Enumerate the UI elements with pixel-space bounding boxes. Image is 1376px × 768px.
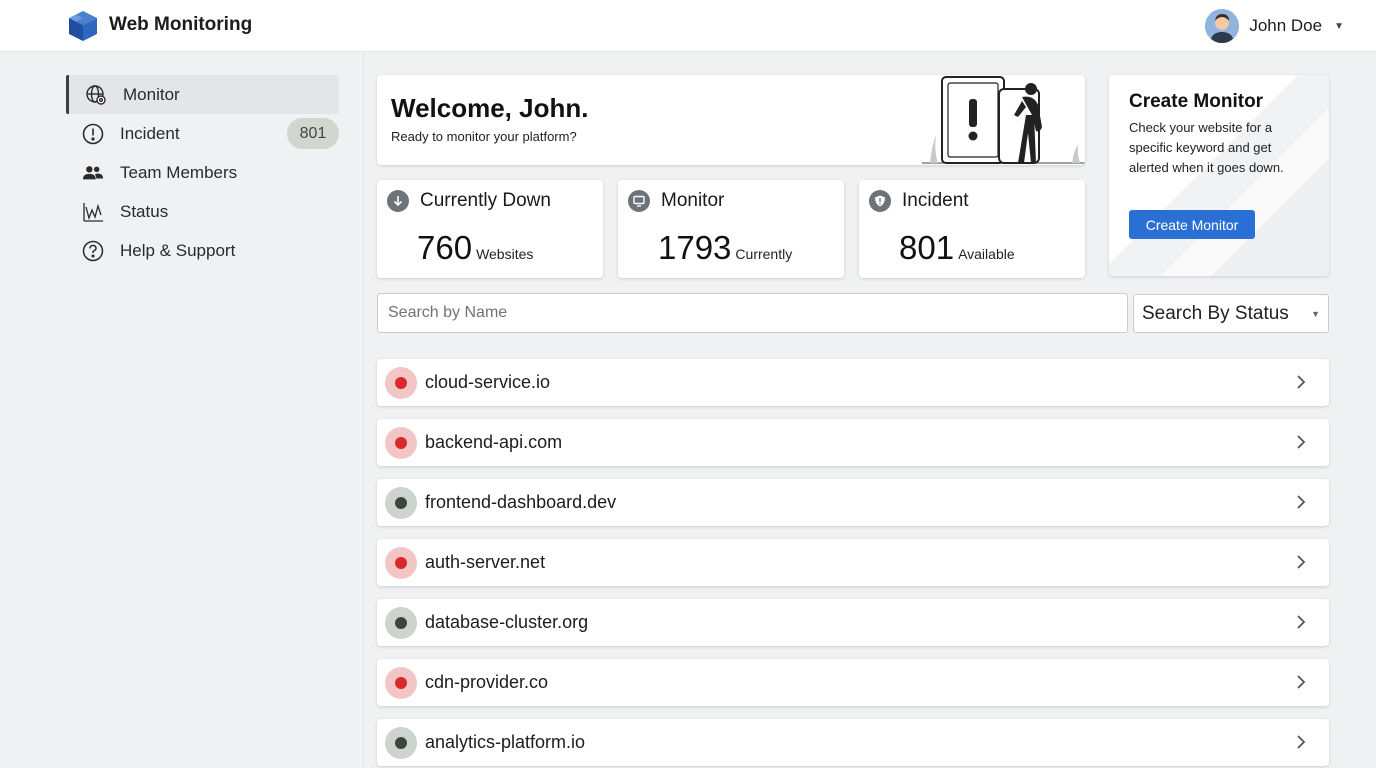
status-dot xyxy=(395,676,407,689)
stat-title: Currently Down xyxy=(420,190,551,211)
caret-down-icon[interactable]: ▼ xyxy=(1334,21,1344,32)
question-circle-icon xyxy=(82,240,104,262)
create-monitor-card: Create Monitor Check your website for a … xyxy=(1109,75,1329,276)
site-name: cloud-service.io xyxy=(425,372,551,392)
stat-title: Monitor xyxy=(661,190,725,211)
alert-circle-icon xyxy=(82,123,104,145)
site-row[interactable]: cdn-provider.co xyxy=(377,659,1329,706)
stat-title: Incident xyxy=(902,190,969,211)
stat-card-monitor: Monitor 1793 Currently xyxy=(618,180,844,278)
status-dot xyxy=(395,496,407,509)
arrow-down-circle-icon xyxy=(387,190,409,212)
sidebar: Monitor Incident 801 Team Members Status… xyxy=(0,53,364,768)
site-row[interactable]: auth-server.net xyxy=(377,539,1329,586)
search-input[interactable] xyxy=(377,293,1128,333)
stat-value-row: 1793 Currently xyxy=(658,229,792,267)
create-monitor-title: Create Monitor xyxy=(1129,91,1264,112)
status-filter-value: Search By Status xyxy=(1142,302,1289,324)
create-monitor-description: Check your website for a specific keywor… xyxy=(1129,120,1284,175)
people-icon xyxy=(82,162,104,184)
site-row[interactable]: backend-api.com xyxy=(377,419,1329,466)
welcome-card: Welcome, John. Ready to monitor your pla… xyxy=(377,75,1085,165)
sidebar-item-label: Help & Support xyxy=(120,240,236,260)
sidebar-item-label: Incident xyxy=(120,123,180,143)
stat-unit: Websites xyxy=(476,246,534,262)
chevron-right-icon[interactable] xyxy=(1291,612,1311,632)
chevron-right-icon[interactable] xyxy=(1291,552,1311,572)
incident-count-badge: 801 xyxy=(287,118,339,149)
status-dot xyxy=(395,736,407,749)
status-filter-select[interactable]: Search By Status ▼ xyxy=(1133,294,1329,333)
sidebar-item-incident[interactable]: Incident 801 xyxy=(66,114,339,153)
site-name: cdn-provider.co xyxy=(425,672,549,692)
status-indicator xyxy=(385,606,417,639)
logo-cube-icon xyxy=(69,11,97,41)
globe-gear-icon xyxy=(85,84,107,106)
stat-value-row: 760 Websites xyxy=(417,229,533,267)
site-row[interactable]: database-cluster.org xyxy=(377,599,1329,646)
caret-down-icon: ▼ xyxy=(1311,309,1320,319)
create-monitor-button[interactable]: Create Monitor xyxy=(1129,210,1255,239)
top-bar: Web Monitoring John Doe ▼ xyxy=(0,0,1376,52)
sidebar-item-team-members[interactable]: Team Members xyxy=(66,153,339,192)
sidebar-item-label: Team Members xyxy=(120,162,238,182)
alert-illustration-icon xyxy=(922,76,1085,164)
stat-unit: Available xyxy=(958,246,1015,262)
status-dot xyxy=(395,436,407,449)
site-name: backend-api.com xyxy=(425,432,563,452)
sidebar-item-status[interactable]: Status xyxy=(66,192,339,231)
stat-value-row: 801 Available xyxy=(899,229,1015,267)
status-dot xyxy=(395,376,407,389)
site-name: database-cluster.org xyxy=(425,612,589,632)
status-indicator xyxy=(385,486,417,519)
stat-value: 1793 xyxy=(658,229,732,266)
app-title: Web Monitoring xyxy=(109,14,253,35)
status-chart-icon xyxy=(82,201,104,223)
status-dot xyxy=(395,616,407,629)
status-indicator xyxy=(385,366,417,399)
monitor-icon xyxy=(628,190,650,212)
chevron-right-icon[interactable] xyxy=(1291,372,1311,392)
site-name: frontend-dashboard.dev xyxy=(425,492,617,512)
avatar xyxy=(1205,9,1240,43)
chevron-right-icon[interactable] xyxy=(1291,492,1311,512)
status-indicator xyxy=(385,546,417,579)
status-dot xyxy=(395,556,407,569)
stat-card-currently-down: Currently Down 760 Websites xyxy=(377,180,603,278)
site-row[interactable]: frontend-dashboard.dev xyxy=(377,479,1329,526)
chevron-right-icon[interactable] xyxy=(1291,432,1311,452)
user-avatar-icon xyxy=(1205,9,1240,43)
shield-alert-icon xyxy=(869,190,891,212)
stat-unit: Currently xyxy=(735,246,793,262)
stat-value: 760 xyxy=(417,229,473,266)
status-indicator xyxy=(385,426,417,459)
site-row[interactable]: cloud-service.io xyxy=(377,359,1329,406)
welcome-subtitle: Ready to monitor your platform? xyxy=(391,129,577,144)
chevron-right-icon[interactable] xyxy=(1291,732,1311,752)
sidebar-item-label: Status xyxy=(120,201,169,221)
welcome-title: Welcome, John. xyxy=(391,93,589,123)
stat-card-incident: Incident 801 Available xyxy=(859,180,1085,278)
site-row[interactable]: analytics-platform.io xyxy=(377,719,1329,766)
user-name: John Doe xyxy=(1249,16,1323,35)
site-name: auth-server.net xyxy=(425,552,546,572)
sidebar-item-help-support[interactable]: Help & Support xyxy=(66,231,339,270)
sidebar-item-label: Monitor xyxy=(123,84,180,104)
status-indicator xyxy=(385,726,417,759)
status-indicator xyxy=(385,666,417,699)
user-menu[interactable]: John Doe ▼ xyxy=(1205,8,1344,44)
chevron-right-icon[interactable] xyxy=(1291,672,1311,692)
sidebar-item-monitor[interactable]: Monitor xyxy=(66,75,339,114)
stat-value: 801 xyxy=(899,229,955,266)
site-name: analytics-platform.io xyxy=(425,732,586,752)
